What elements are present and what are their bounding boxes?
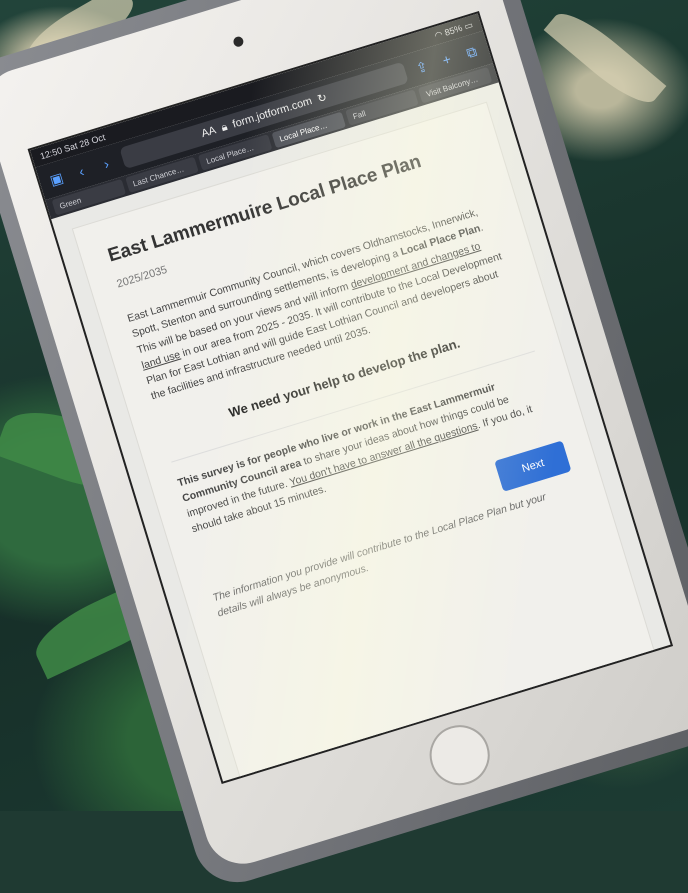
home-button[interactable] bbox=[422, 717, 498, 793]
battery-icon: ▭ bbox=[462, 19, 474, 32]
tabs-overview-icon[interactable]: ⧉ bbox=[460, 41, 482, 63]
camera-icon bbox=[232, 35, 245, 48]
battery-level: 85% bbox=[443, 22, 464, 38]
back-icon[interactable]: ‹ bbox=[70, 160, 92, 182]
forward-icon[interactable]: › bbox=[95, 152, 117, 174]
next-button[interactable]: Next bbox=[494, 440, 572, 492]
wifi-icon: ◠ bbox=[433, 28, 444, 41]
new-tab-icon[interactable]: + bbox=[435, 48, 457, 70]
lock-icon: 🔒︎ bbox=[219, 120, 229, 134]
reload-icon[interactable]: ↻ bbox=[316, 90, 328, 105]
sidebar-icon[interactable]: ▣ bbox=[45, 168, 67, 190]
aa-button[interactable]: AA bbox=[200, 124, 218, 140]
share-icon[interactable]: ⇪ bbox=[411, 56, 433, 78]
pale-leaf bbox=[543, 2, 667, 114]
